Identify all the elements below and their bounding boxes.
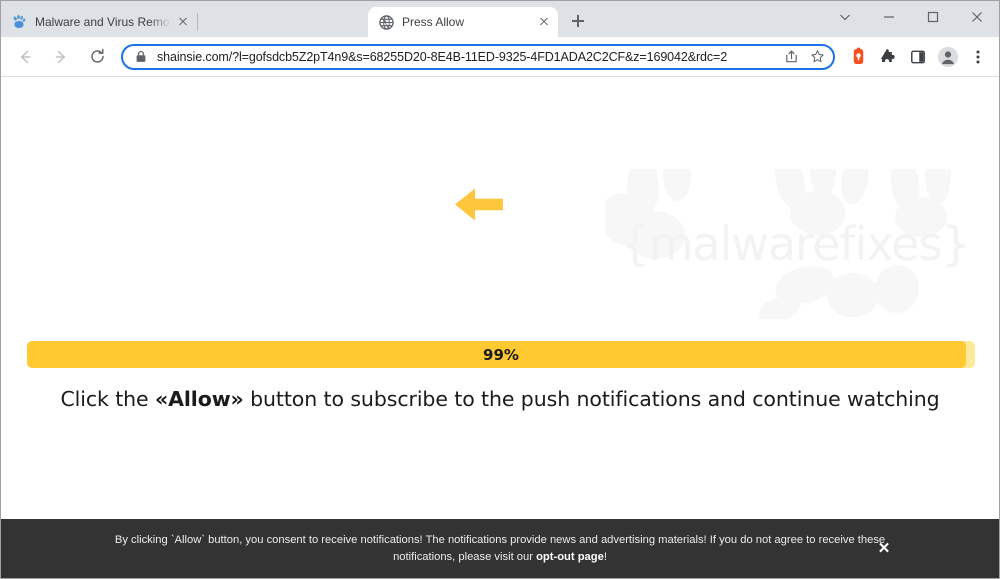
- page-content: {malwarefixes} 99% Click the «Allow» but…: [1, 77, 999, 578]
- opt-out-link[interactable]: opt-out page: [536, 551, 604, 563]
- globe-icon: [378, 14, 394, 30]
- minimize-icon[interactable]: [867, 1, 911, 33]
- hand-print-pattern-icon: [605, 169, 951, 319]
- lock-icon[interactable]: [133, 50, 149, 63]
- watermark: {malwarefixes}: [605, 169, 985, 319]
- profile-avatar-icon[interactable]: [934, 43, 962, 71]
- consent-banner-text: By clicking `Allow` button, you consent …: [85, 532, 915, 566]
- consent-banner-close-icon[interactable]: ✕: [875, 540, 893, 558]
- side-panel-icon[interactable]: [904, 43, 932, 71]
- tabstrip-gap: [198, 7, 368, 37]
- address-bar-url: shainsie.com/?l=gofsdcb5Z2pT4n9&s=68255D…: [157, 49, 728, 64]
- consent-line-2-after: !: [603, 550, 607, 563]
- headline-emphasis: «Allow»: [154, 387, 244, 411]
- tab-close-icon[interactable]: [536, 14, 552, 30]
- star-icon[interactable]: [805, 45, 829, 69]
- maximize-icon[interactable]: [911, 1, 955, 33]
- tab-strip: Malware and Virus Removal Guid Press All…: [1, 1, 999, 37]
- headline-after: button to subscribe to the push notifica…: [243, 387, 940, 411]
- browser-window: Malware and Virus Removal Guid Press All…: [0, 0, 1000, 579]
- tab-close-icon[interactable]: [175, 14, 191, 30]
- tab-malware-removal-guide[interactable]: Malware and Virus Removal Guid: [1, 7, 197, 37]
- address-bar[interactable]: shainsie.com/?l=gofsdcb5Z2pT4n9&s=68255D…: [121, 43, 835, 70]
- progress-bar: 99%: [27, 341, 975, 368]
- window-controls: [823, 1, 999, 33]
- new-tab-button[interactable]: [564, 7, 592, 35]
- paw-icon: [11, 14, 27, 30]
- consent-line-2-before: please visit our: [458, 550, 537, 563]
- close-icon[interactable]: [955, 1, 999, 33]
- left-arrow-icon: [453, 185, 505, 223]
- progress-percent-label: 99%: [483, 345, 519, 364]
- back-arrow-icon[interactable]: [11, 43, 39, 71]
- extension-orange-icon[interactable]: [844, 43, 872, 71]
- headline-before: Click the: [60, 387, 155, 411]
- page-headline: Click the «Allow» button to subscribe to…: [1, 387, 999, 411]
- three-dot-menu-icon[interactable]: [964, 43, 992, 71]
- tab-title: Press Allow: [402, 15, 465, 29]
- forward-arrow-icon[interactable]: [47, 43, 75, 71]
- watermark-text: {malwarefixes}: [620, 217, 970, 271]
- puzzle-piece-icon[interactable]: [874, 43, 902, 71]
- tab-title: Malware and Virus Removal Guid: [35, 15, 171, 29]
- browser-toolbar: shainsie.com/?l=gofsdcb5Z2pT4n9&s=68255D…: [1, 37, 999, 77]
- consent-banner: By clicking `Allow` button, you consent …: [1, 519, 999, 578]
- share-icon[interactable]: [779, 45, 803, 69]
- tab-press-allow[interactable]: Press Allow: [368, 7, 558, 37]
- tab-search-chevron-down-icon[interactable]: [823, 1, 867, 33]
- reload-icon[interactable]: [83, 43, 111, 71]
